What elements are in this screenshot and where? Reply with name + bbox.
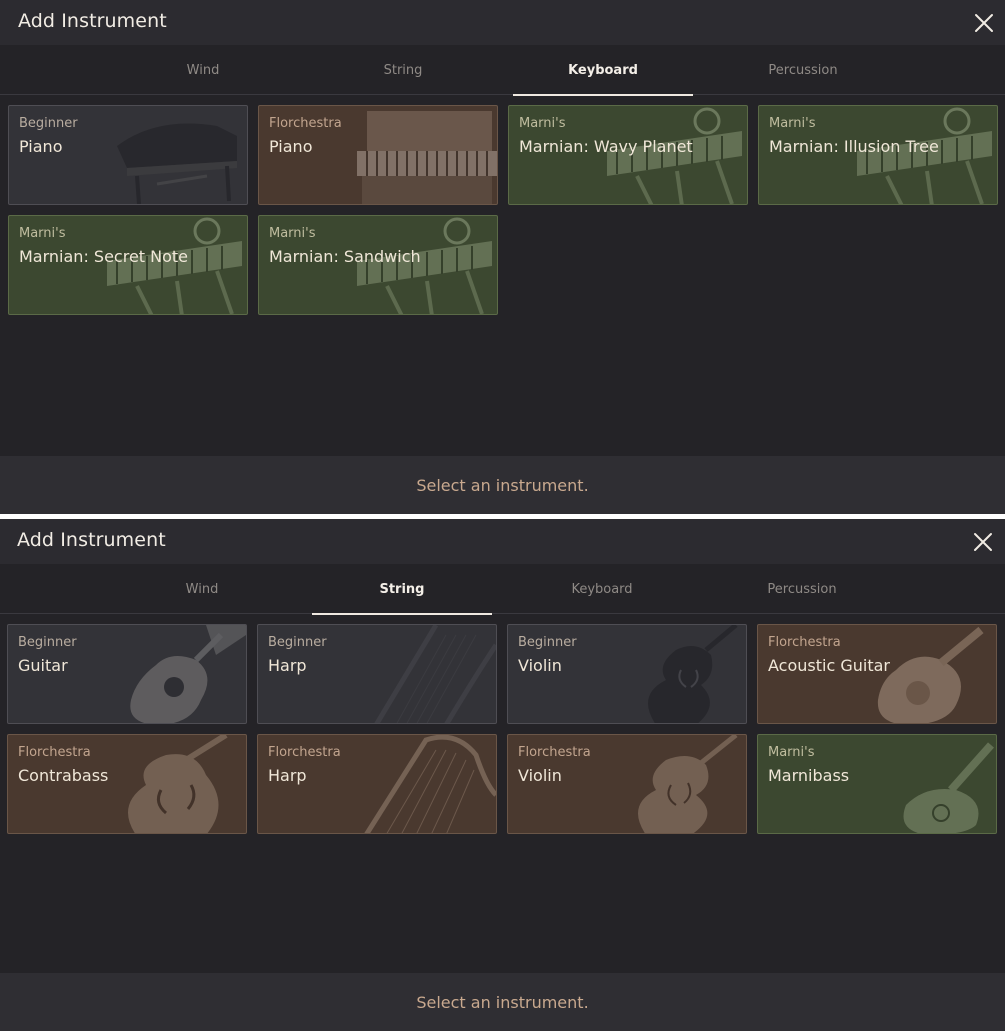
tab-wind[interactable]: Wind [112,564,292,614]
tab-wind[interactable]: Wind [113,45,293,95]
card-category: Marni's [19,226,66,241]
dialog-titlebar: Add Instrument [0,0,1005,45]
harp-icon [364,735,496,833]
instrument-card-beginner-harp[interactable]: Beginner Harp [257,624,497,724]
harp-icon [374,625,496,723]
category-tabs: Wind String Keyboard Percussion [0,564,1005,615]
card-category: Beginner [19,116,78,131]
violin-icon [648,625,738,723]
dialog-titlebar: Add Instrument [0,519,1005,564]
instrument-card-marnian-illusion-tree[interactable]: Marni's Marnian: Illusion Tree [758,105,998,205]
add-instrument-dialog-keyboard: Add Instrument Wind String Keyboard Perc… [0,0,1005,514]
instrument-card-marnian-secret-note[interactable]: Marni's Marnian: Secret Note [8,215,248,315]
tab-percussion[interactable]: Percussion [712,564,892,614]
instrument-card-florchestra-harp[interactable]: Florchestra Harp [257,734,497,834]
card-category: Marni's [769,116,816,131]
category-tabs: Wind String Keyboard Percussion [0,45,1005,96]
bass-guitar-icon [903,742,994,833]
card-name: Violin [518,656,562,675]
card-category: Florchestra [268,745,341,760]
card-category: Beginner [518,635,577,650]
card-name: Acoustic Guitar [768,656,890,675]
card-category: Florchestra [18,745,91,760]
status-message: Select an instrument. [416,475,589,495]
card-name: Marnibass [768,766,850,785]
card-category: Florchestra [269,116,342,131]
card-name: Marnian: Sandwich [269,247,421,266]
card-name: Marnian: Illusion Tree [769,137,939,156]
violin-icon [638,735,738,833]
card-category: Beginner [18,635,77,650]
instrument-card-florchestra-acoustic-guitar[interactable]: Florchestra Acoustic Guitar [757,624,997,724]
instrument-card-beginner-violin[interactable]: Beginner Violin [507,624,747,724]
instrument-card-florchestra-contrabass[interactable]: Florchestra Contrabass [7,734,247,834]
card-category: Florchestra [518,745,591,760]
card-name: Contrabass [18,766,109,785]
instrument-card-marnibass[interactable]: Marni's Marnibass [757,734,997,834]
tab-keyboard[interactable]: Keyboard [513,45,693,96]
card-category: Marni's [269,226,316,241]
card-name: Harp [268,766,307,785]
tab-percussion[interactable]: Percussion [713,45,893,95]
dialog-title: Add Instrument [17,529,166,551]
tab-string[interactable]: String [313,45,493,95]
upright-piano-icon [357,111,497,204]
card-name: Piano [269,137,313,156]
card-category: Beginner [268,635,327,650]
status-footer: Select an instrument. [0,456,1005,514]
card-category: Marni's [519,116,566,131]
contrabass-icon [128,735,228,833]
card-name: Harp [268,656,307,675]
close-icon[interactable] [972,531,994,553]
close-icon[interactable] [973,12,995,34]
card-name: Marnian: Secret Note [19,247,189,266]
instrument-card-beginner-guitar[interactable]: Beginner Guitar [7,624,247,724]
dialog-title: Add Instrument [18,10,167,32]
instrument-card-florchestra-violin[interactable]: Florchestra Violin [507,734,747,834]
status-footer: Select an instrument. [0,973,1005,1031]
card-category: Marni's [768,745,815,760]
card-name: Piano [19,137,63,156]
tab-keyboard[interactable]: Keyboard [512,564,692,614]
card-name: Marnian: Wavy Planet [519,137,693,156]
instrument-card-florchestra-piano[interactable]: Florchestra Piano [258,105,498,205]
instrument-card-beginner-piano[interactable]: Beginner Piano [8,105,248,205]
card-category: Florchestra [768,635,841,650]
instrument-card-marnian-wavy-planet[interactable]: Marni's Marnian: Wavy Planet [508,105,748,205]
instrument-card-marnian-sandwich[interactable]: Marni's Marnian: Sandwich [258,215,498,315]
grand-piano-icon [117,123,237,204]
tab-string[interactable]: String [312,564,492,615]
acoustic-guitar-icon [130,625,246,723]
status-message: Select an instrument. [416,992,589,1012]
add-instrument-dialog-string: Add Instrument Wind String Keyboard Perc… [0,519,1005,1031]
card-name: Violin [518,766,562,785]
card-name: Guitar [18,656,68,675]
